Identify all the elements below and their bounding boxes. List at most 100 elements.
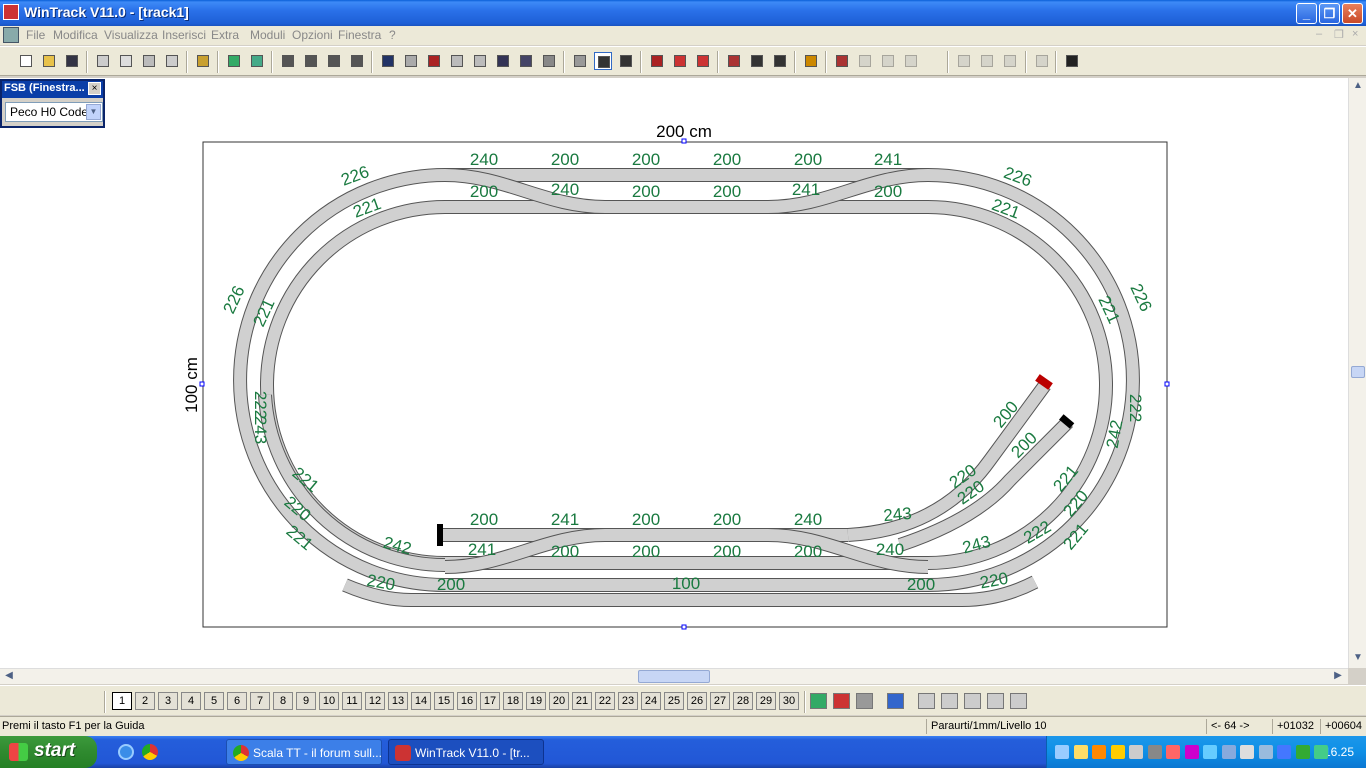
flex-icon[interactable]: [617, 52, 635, 70]
save-icon[interactable]: [63, 52, 81, 70]
office-icon[interactable]: [1092, 745, 1106, 759]
menu-visualizza[interactable]: Visualizza: [104, 28, 158, 42]
chevron-down-icon[interactable]: ▼: [86, 104, 101, 120]
list-icon[interactable]: [425, 52, 443, 70]
update-icon[interactable]: [1203, 745, 1217, 759]
taskbar-item-wintrack[interactable]: WinTrack V11.0 - [tr...: [388, 739, 544, 765]
zoom-out-icon[interactable]: [279, 52, 297, 70]
menu-opzioni[interactable]: Opzioni: [292, 28, 333, 42]
resize-handle-right[interactable]: [1164, 381, 1170, 387]
layer-button-8[interactable]: 8: [273, 692, 293, 710]
sync-icon[interactable]: [1314, 745, 1328, 759]
split-icon[interactable]: [856, 52, 874, 70]
library-icon[interactable]: [194, 52, 212, 70]
layer-button-12[interactable]: 12: [365, 692, 385, 710]
scroll-left-arrow-icon[interactable]: ◀: [2, 670, 16, 684]
red-layer-icon[interactable]: [671, 52, 689, 70]
layer-button-10[interactable]: 10: [319, 692, 339, 710]
horizontal-scroll-thumb[interactable]: [638, 670, 710, 683]
internet-explorer-icon[interactable]: [118, 744, 134, 760]
rotate-icon[interactable]: [748, 52, 766, 70]
horizontal-scrollbar[interactable]: ◀ ▶: [0, 668, 1348, 684]
layer-button-22[interactable]: 22: [595, 692, 615, 710]
zoom-window-icon[interactable]: [325, 52, 343, 70]
view-4-icon[interactable]: [987, 693, 1004, 709]
track-layout[interactable]: [233, 168, 1140, 607]
layer-button-27[interactable]: 27: [710, 692, 730, 710]
menu-finestra[interactable]: Finestra: [338, 28, 381, 42]
layer-button-19[interactable]: 19: [526, 692, 546, 710]
buffer-stop-left[interactable]: [437, 524, 443, 546]
light-icon[interactable]: [802, 52, 820, 70]
security-icon[interactable]: [1295, 745, 1310, 759]
menu-inserisci[interactable]: Inserisci: [162, 28, 206, 42]
rotate180-icon[interactable]: [771, 52, 789, 70]
move-icon[interactable]: [725, 52, 743, 70]
red-blocks-icon[interactable]: [694, 52, 712, 70]
track-library-select[interactable]: Peco H0 Code ▼: [5, 102, 103, 122]
track-plan-canvas[interactable]: 200 cm 100 cm 240 200 200 200 200 241 20…: [0, 78, 1348, 668]
volume-icon[interactable]: [1277, 745, 1291, 759]
printer-icon[interactable]: [1147, 745, 1162, 759]
view-1-icon[interactable]: [918, 693, 935, 709]
layer-button-30[interactable]: 30: [779, 692, 799, 710]
menu-help[interactable]: ?: [389, 28, 396, 42]
display-icon[interactable]: [1258, 745, 1273, 759]
start-button[interactable]: start: [0, 736, 97, 768]
outer-loop-track[interactable]: [234, 169, 1139, 591]
layer-button-1[interactable]: 1: [112, 692, 132, 710]
align1-icon[interactable]: [955, 52, 973, 70]
resize-handle-bottom[interactable]: [681, 624, 687, 630]
layer-button-9[interactable]: 9: [296, 692, 316, 710]
scroll-down-arrow-icon[interactable]: ▼: [1351, 652, 1365, 666]
zoom-in-icon[interactable]: [302, 52, 320, 70]
wifi-icon[interactable]: [1221, 745, 1236, 759]
vertical-scrollbar[interactable]: ▲ ▼: [1348, 78, 1366, 668]
curve-icon[interactable]: [594, 52, 612, 70]
paste-icon[interactable]: [540, 52, 558, 70]
close-button[interactable]: ✕: [1342, 3, 1363, 24]
layer-button-16[interactable]: 16: [457, 692, 477, 710]
network-icon[interactable]: [1055, 745, 1069, 759]
layer-button-21[interactable]: 21: [572, 692, 592, 710]
menu-moduli[interactable]: Moduli: [250, 28, 285, 42]
scroll-up-arrow-icon[interactable]: ▲: [1351, 80, 1365, 94]
chrome-icon[interactable]: [142, 744, 158, 760]
clock[interactable]: 16.25: [1324, 745, 1354, 759]
layer-button-14[interactable]: 14: [411, 692, 431, 710]
scroll-right-arrow-icon[interactable]: ▶: [1331, 670, 1345, 684]
calc-icon[interactable]: [163, 52, 181, 70]
document-icon[interactable]: [3, 27, 19, 43]
layer-button-23[interactable]: 23: [618, 692, 638, 710]
copy-icon[interactable]: [517, 52, 535, 70]
settings-icon[interactable]: [1033, 52, 1051, 70]
layer-button-20[interactable]: 20: [549, 692, 569, 710]
maximize-button[interactable]: ❐: [1319, 3, 1340, 24]
print-setup-icon[interactable]: [140, 52, 158, 70]
layer-button-25[interactable]: 25: [664, 692, 684, 710]
open-icon[interactable]: [40, 52, 58, 70]
copy-page-icon[interactable]: [448, 52, 466, 70]
zoom-all-icon[interactable]: [348, 52, 366, 70]
menu-modifica[interactable]: Modifica: [53, 28, 98, 42]
taskbar-item-chrome[interactable]: Scala TT - il forum sull...: [226, 739, 382, 765]
title-bar[interactable]: WinTrack V11.0 - [track1] _ ❐ ✕: [0, 0, 1366, 26]
layer-red-icon[interactable]: [833, 693, 850, 709]
view-5-icon[interactable]: [1010, 693, 1027, 709]
layer-manager-icon[interactable]: [887, 693, 904, 709]
paste-page-icon[interactable]: [471, 52, 489, 70]
folder-icon[interactable]: [1073, 745, 1088, 759]
layer-button-29[interactable]: 29: [756, 692, 776, 710]
shield-icon[interactable]: [1110, 745, 1125, 759]
layer-button-11[interactable]: 11: [342, 692, 362, 710]
layer-button-6[interactable]: 6: [227, 692, 247, 710]
bluetooth-icon[interactable]: [1184, 745, 1199, 759]
view-2-icon[interactable]: [941, 693, 958, 709]
layer-gray-icon[interactable]: [856, 693, 873, 709]
mdi-minimize-button[interactable]: –: [1316, 28, 1322, 40]
menu-extra[interactable]: Extra: [211, 28, 239, 42]
section-icon[interactable]: [648, 52, 666, 70]
layer-button-7[interactable]: 7: [250, 692, 270, 710]
print-preview-icon[interactable]: [94, 52, 112, 70]
mdi-close-button[interactable]: ×: [1352, 28, 1358, 40]
